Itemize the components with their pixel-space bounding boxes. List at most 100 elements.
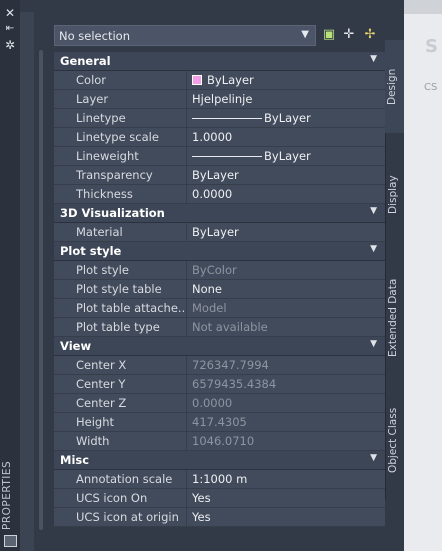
column-divider: [186, 280, 187, 298]
property-value-text: Hjelpelinje: [192, 92, 253, 106]
column-divider: [186, 318, 187, 336]
tab-design-label: Design: [386, 68, 398, 105]
property-row: Plot table attache... Model: [54, 299, 385, 318]
property-row[interactable]: Lineweight ByLayer: [54, 147, 385, 166]
category-label: Misc: [60, 453, 90, 467]
collapse-icon[interactable]: ▼: [370, 453, 377, 463]
property-value-text: Model: [192, 301, 227, 315]
collapse-icon[interactable]: ▼: [370, 244, 377, 254]
property-row[interactable]: Plot style table None: [54, 280, 385, 299]
quick-select-icon[interactable]: ✢: [361, 26, 379, 44]
property-value[interactable]: ByLayer: [192, 149, 311, 163]
property-value: 726347.7994: [192, 358, 269, 372]
property-name: Plot style: [76, 263, 129, 277]
property-value-text: Not available: [192, 320, 268, 334]
selection-value: No selection: [59, 29, 130, 43]
column-divider: [186, 166, 187, 184]
category-header[interactable]: View ▼: [54, 337, 385, 356]
palette-title-strip[interactable]: ✕ ⇤ ✲ PROPERTIES: [0, 0, 20, 551]
property-value[interactable]: ByLayer: [192, 225, 239, 239]
property-row: Width 1046.0710: [54, 432, 385, 451]
column-divider: [186, 413, 187, 431]
category-header[interactable]: 3D Visualization ▼: [54, 204, 385, 223]
settings-icon[interactable]: ✲: [3, 38, 17, 52]
property-value: 0.0000: [192, 396, 232, 410]
category-label: View: [60, 339, 92, 353]
property-row[interactable]: Annotation scale 1:1000 m: [54, 470, 385, 489]
property-row: Center Z 0.0000: [54, 394, 385, 413]
tab-display[interactable]: Display: [385, 133, 404, 256]
close-icon[interactable]: ✕: [3, 6, 17, 20]
scroll-thumb[interactable]: [39, 50, 43, 530]
property-row[interactable]: Material ByLayer: [54, 223, 385, 242]
property-name: Center X: [76, 358, 127, 372]
property-value-text: 6579435.4384: [192, 377, 277, 391]
property-name: Linetype: [76, 111, 126, 125]
background-ghost-text: CS: [424, 82, 438, 93]
property-value-text: 1.0000: [192, 130, 233, 144]
property-value: 6579435.4384: [192, 377, 276, 391]
property-value[interactable]: 1.0000: [192, 130, 232, 144]
property-name: Thickness: [76, 187, 133, 201]
property-value[interactable]: ByLayer: [192, 168, 239, 182]
property-value: Model: [192, 301, 227, 315]
property-row[interactable]: Layer Hjelpelinje: [54, 90, 385, 109]
property-value-text: 417.4305: [192, 415, 247, 429]
drawing-area-edge: S CS: [404, 0, 442, 551]
property-value-text: Yes: [192, 510, 211, 524]
property-row[interactable]: Transparency ByLayer: [54, 166, 385, 185]
palette-title: PROPERTIES: [1, 460, 13, 530]
property-name: Layer: [76, 92, 109, 106]
property-name: Color: [76, 73, 107, 87]
tab-extended-data[interactable]: Extended Data: [385, 256, 404, 380]
category-header[interactable]: Plot style ▼: [54, 242, 385, 261]
linetype-preview-icon: [192, 156, 262, 157]
property-value[interactable]: Hjelpelinje: [192, 92, 252, 106]
property-name: Plot style table: [76, 282, 162, 296]
property-value-text: 0.0000: [192, 187, 233, 201]
palette-menu-icon[interactable]: [4, 535, 17, 547]
property-row[interactable]: UCS icon On Yes: [54, 489, 385, 508]
property-value[interactable]: None: [192, 282, 222, 296]
auto-hide-icon[interactable]: ⇤: [3, 22, 17, 36]
property-row: Height 417.4305: [54, 413, 385, 432]
property-row[interactable]: Thickness 0.0000: [54, 185, 385, 204]
property-row[interactable]: Linetype ByLayer: [54, 109, 385, 128]
property-name: Material: [76, 225, 123, 239]
collapse-icon[interactable]: ▼: [370, 54, 377, 64]
column-divider: [186, 375, 187, 393]
color-swatch-icon: [192, 75, 202, 85]
property-value-text: 726347.7994: [192, 358, 269, 372]
property-name: Plot table type: [76, 320, 160, 334]
property-value[interactable]: Yes: [192, 510, 211, 524]
toggle-pickadd-icon[interactable]: ▣: [320, 26, 338, 44]
tab-display-label: Display: [387, 175, 399, 214]
property-value[interactable]: ByLayer: [192, 111, 311, 125]
property-value-text: Yes: [192, 491, 211, 505]
tab-design[interactable]: Design: [385, 40, 404, 133]
collapse-icon[interactable]: ▼: [370, 339, 377, 349]
category-header[interactable]: Misc ▼: [54, 451, 385, 470]
property-value-text: ByLayer: [192, 168, 239, 182]
scroll-track[interactable]: [20, 12, 34, 551]
property-row[interactable]: Linetype scale 1.0000: [54, 128, 385, 147]
property-row[interactable]: UCS icon at origin Yes: [54, 508, 385, 527]
property-value-text: ByColor: [192, 263, 237, 277]
collapse-icon[interactable]: ▼: [370, 206, 377, 216]
property-value: 1046.0710: [192, 434, 254, 448]
property-row[interactable]: Color ByLayer: [54, 71, 385, 90]
selection-dropdown[interactable]: No selection ▼: [54, 25, 316, 46]
property-value[interactable]: 1:1000 m: [192, 472, 247, 486]
category-header[interactable]: General ▼: [54, 52, 385, 71]
property-value[interactable]: Yes: [192, 491, 211, 505]
column-divider: [186, 508, 187, 526]
column-divider: [186, 128, 187, 146]
linetype-preview-icon: [192, 118, 262, 119]
tab-object-class[interactable]: Object Class: [385, 380, 404, 500]
property-grid: General ▼ Color ByLayer Layer Hjelpelinje Line…: [54, 52, 385, 527]
property-value-text: ByLayer: [192, 225, 239, 239]
property-value: ByColor: [192, 263, 237, 277]
property-value[interactable]: 0.0000: [192, 187, 232, 201]
property-value[interactable]: ByLayer: [192, 73, 254, 87]
select-objects-icon[interactable]: ✛: [340, 26, 358, 44]
